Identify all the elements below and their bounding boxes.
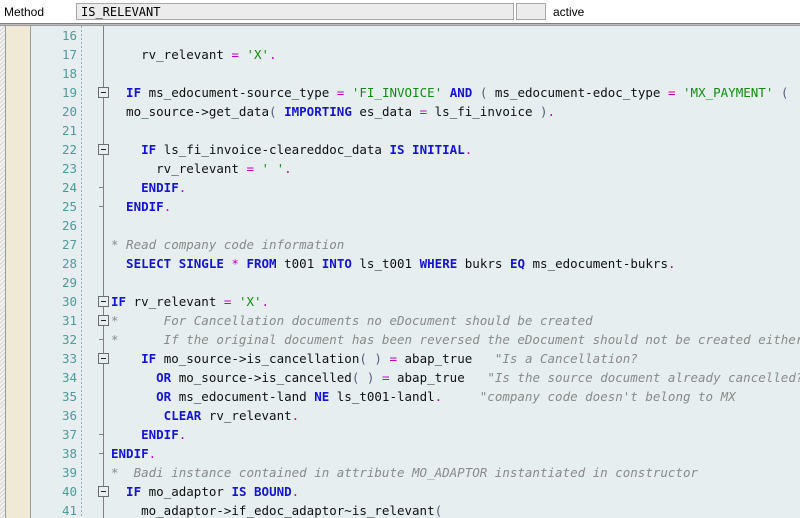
status-badge: active: [553, 4, 585, 19]
code-line[interactable]: 38 ENDIF.: [31, 444, 800, 463]
code-line[interactable]: 21: [31, 121, 800, 140]
code-line-text: * For Cancellation documents no eDocumen…: [111, 313, 593, 328]
method-header-bar: Method IS_RELEVANT active: [0, 0, 800, 23]
code-line-text: mo_source->get_data( IMPORTING es_data =…: [111, 104, 556, 119]
code-line-text: IF mo_adaptor IS BOUND.: [111, 484, 300, 499]
code-line[interactable]: 28 SELECT SINGLE * FROM t001 INTO ls_t00…: [31, 254, 800, 273]
code-line-text: mo_adaptor->if_edoc_adaptor~is_relevant(: [111, 503, 443, 518]
fold-collapse-icon[interactable]: [98, 353, 109, 364]
code-line[interactable]: 16: [31, 26, 800, 45]
status-indicator-box[interactable]: [516, 3, 546, 20]
line-number: 31: [61, 313, 77, 328]
line-number: 19: [61, 85, 77, 100]
code-line[interactable]: 37 ENDIF.: [31, 425, 800, 444]
line-number: 24: [61, 180, 77, 195]
line-number: 28: [61, 256, 77, 271]
fold-collapse-icon[interactable]: [98, 144, 109, 155]
code-line-text: * If the original document has been reve…: [111, 332, 800, 347]
code-line-text: * Badi instance contained in attribute M…: [111, 465, 698, 480]
line-number: 16: [61, 28, 77, 43]
line-number: 18: [61, 66, 77, 81]
method-label: Method: [4, 4, 45, 19]
line-number: 37: [61, 427, 77, 442]
code-line[interactable]: 26: [31, 216, 800, 235]
fold-collapse-icon[interactable]: [98, 315, 109, 326]
line-number: 36: [61, 408, 77, 423]
line-number: 40: [61, 484, 77, 499]
line-number: 39: [61, 465, 77, 480]
line-number: 32: [61, 332, 77, 347]
code-line[interactable]: 18: [31, 64, 800, 83]
code-line-text: OR mo_source->is_cancelled( ) = abap_tru…: [111, 370, 800, 385]
code-line[interactable]: 25 ENDIF.: [31, 197, 800, 216]
code-line-text: rv_relevant = ' '.: [111, 161, 292, 176]
method-name-field[interactable]: IS_RELEVANT: [76, 3, 514, 20]
code-line[interactable]: 30 IF rv_relevant = 'X'.: [31, 292, 800, 311]
fold-end-marker-icon: [99, 206, 104, 207]
line-number: 30: [61, 294, 77, 309]
line-number: 33: [61, 351, 77, 366]
code-line[interactable]: 39 * Badi instance contained in attribute…: [31, 463, 800, 482]
code-line[interactable]: 40 IF mo_adaptor IS BOUND.: [31, 482, 800, 501]
code-line-text: OR ms_edocument-land NE ls_t001-landl. "…: [111, 389, 736, 404]
fold-collapse-icon[interactable]: [98, 296, 109, 307]
fold-end-marker-icon: [99, 339, 104, 340]
code-line-text: CLEAR rv_relevant.: [111, 408, 300, 423]
code-line[interactable]: 24 ENDIF.: [31, 178, 800, 197]
code-line[interactable]: 29: [31, 273, 800, 292]
code-line[interactable]: 19 IF ms_edocument-source_type = 'FI_INV…: [31, 83, 800, 102]
line-number: 25: [61, 199, 77, 214]
code-line[interactable]: 27 * Read company code information: [31, 235, 800, 254]
code-line-text: rv_relevant = 'X'.: [111, 47, 277, 62]
fold-end-marker-icon: [99, 187, 104, 188]
code-area[interactable]: 16 17 rv_relevant = 'X'. 18 19 IF ms_edocum…: [31, 26, 800, 518]
code-line-text: ENDIF.: [111, 427, 187, 442]
code-line-text: IF mo_source->is_cancellation( ) = abap_…: [111, 351, 638, 366]
line-number: 20: [61, 104, 77, 119]
code-line-text: IF ls_fi_invoice-cleareddoc_data IS INIT…: [111, 142, 473, 157]
line-number: 35: [61, 389, 77, 404]
line-number: 22: [61, 142, 77, 157]
code-line[interactable]: 22 IF ls_fi_invoice-cleareddoc_data IS I…: [31, 140, 800, 159]
code-line[interactable]: 33 IF mo_source->is_cancellation( ) = ab…: [31, 349, 800, 368]
line-number: 41: [61, 503, 77, 518]
code-line[interactable]: 41 mo_adaptor->if_edoc_adaptor~is_releva…: [31, 501, 800, 518]
code-line[interactable]: 35 OR ms_edocument-land NE ls_t001-landl…: [31, 387, 800, 406]
code-line[interactable]: 17 rv_relevant = 'X'.: [31, 45, 800, 64]
code-line[interactable]: 20 mo_source->get_data( IMPORTING es_dat…: [31, 102, 800, 121]
code-line[interactable]: 31 * For Cancellation documents no eDocum…: [31, 311, 800, 330]
line-number: 23: [61, 161, 77, 176]
code-line-text: * Read company code information: [111, 237, 345, 252]
code-line[interactable]: 23 rv_relevant = ' '.: [31, 159, 800, 178]
fold-collapse-icon[interactable]: [98, 87, 109, 98]
breakpoint-margin[interactable]: [6, 26, 31, 518]
code-line[interactable]: 34 OR mo_source->is_cancelled( ) = abap_…: [31, 368, 800, 387]
abap-source-editor[interactable]: 16 17 rv_relevant = 'X'. 18 19 IF ms_edocum…: [0, 26, 800, 518]
code-line-text: ENDIF.: [111, 180, 187, 195]
code-line-text: SELECT SINGLE * FROM t001 INTO ls_t001 W…: [111, 256, 676, 271]
line-number: 17: [61, 47, 77, 62]
code-line-list: 16 17 rv_relevant = 'X'. 18 19 IF ms_edocum…: [31, 26, 800, 518]
code-line[interactable]: 32 * If the original document has been re…: [31, 330, 800, 349]
code-line[interactable]: 36 CLEAR rv_relevant.: [31, 406, 800, 425]
line-number: 27: [61, 237, 77, 252]
line-number: 29: [61, 275, 77, 290]
fold-end-marker-icon: [99, 453, 104, 454]
code-line-text: IF ms_edocument-source_type = 'FI_INVOIC…: [111, 85, 789, 100]
code-line-text: ENDIF.: [111, 446, 157, 461]
line-number: 38: [61, 446, 77, 461]
fold-end-marker-icon: [99, 434, 104, 435]
code-line-text: IF rv_relevant = 'X'.: [111, 294, 270, 309]
line-number: 26: [61, 218, 77, 233]
line-number: 21: [61, 123, 77, 138]
fold-collapse-icon[interactable]: [98, 486, 109, 497]
line-number: 34: [61, 370, 77, 385]
code-line-text: ENDIF.: [111, 199, 172, 214]
